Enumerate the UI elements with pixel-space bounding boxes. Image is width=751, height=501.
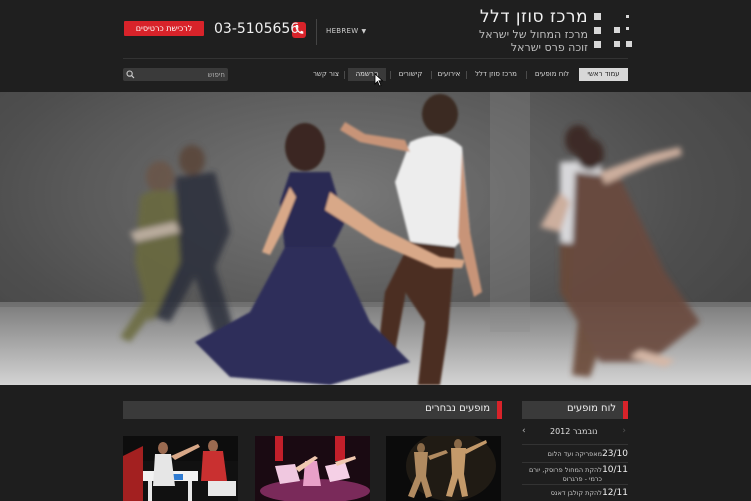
nav-item-events[interactable]: אירועים (434, 68, 464, 81)
section-accent-bar (623, 401, 628, 419)
nav-divider (344, 71, 345, 79)
language-selector[interactable]: HEBREW ▼ (326, 27, 366, 35)
current-month: נובמבר 2012 (550, 427, 598, 436)
logo-award: זוכה פרס ישראל (510, 41, 588, 54)
featured-section-header: מופעים נבחרים (123, 401, 502, 419)
divider (316, 19, 317, 45)
nav-divider (390, 71, 391, 79)
search-input[interactable] (137, 68, 225, 81)
chevron-left-icon[interactable]: ‹ (522, 426, 526, 436)
search-box[interactable] (123, 68, 228, 81)
dance-performance-photo (0, 92, 751, 385)
logo-subtitle: מרכז המחול של ישראל (478, 28, 588, 41)
nav-divider (466, 71, 467, 79)
nav-item-schedule[interactable]: לוח מופעים (530, 68, 574, 81)
featured-title: מופעים נבחרים (425, 403, 490, 414)
chevron-down-icon: ▼ (361, 28, 367, 35)
buy-tickets-button[interactable]: לרכישת כרטיסים (124, 21, 204, 36)
chevron-right-icon[interactable]: › (622, 426, 626, 436)
logo-squares-icon[interactable] (592, 13, 632, 53)
nav-item-links[interactable]: קישורים (393, 68, 428, 81)
event-item[interactable]: 12/11 להקת קולבן דאנס (522, 488, 628, 500)
list-divider (522, 484, 628, 485)
language-label: HEBREW (326, 27, 359, 35)
featured-thumbnail[interactable] (255, 436, 370, 501)
event-item[interactable]: 23/10 מאפריקה ועד הלום (522, 449, 628, 461)
month-navigation: ‹ נובמבר 2012 › (522, 426, 628, 439)
schedule-title: לוח מופעים (566, 403, 616, 414)
nav-item-home[interactable]: עמוד ראשי (579, 68, 628, 81)
hero-image[interactable] (0, 92, 751, 385)
nav-divider (431, 71, 432, 79)
event-item[interactable]: 10/11 להקת המחול פרוסק, יורם כרמי - פרגר… (522, 465, 628, 483)
featured-show-image (386, 436, 501, 501)
featured-show-image (123, 436, 238, 501)
nav-divider (526, 71, 527, 79)
event-date: 12/11 (602, 488, 628, 498)
event-date: 23/10 (602, 449, 628, 459)
search-icon[interactable] (126, 70, 135, 79)
list-divider (522, 462, 628, 463)
nav-item-contact[interactable]: צור קשר (311, 68, 341, 81)
featured-thumbnail[interactable] (123, 436, 238, 501)
event-name[interactable]: להקת קולבן דאנס (524, 489, 602, 498)
phone-number[interactable]: 03-5105656 (214, 21, 299, 37)
logo-title[interactable]: מרכז סוזן דלל (480, 7, 588, 27)
nav-item-center[interactable]: מרכז סוזן דלל (470, 68, 522, 81)
event-name[interactable]: להקת המחול פרוסק, יורם כרמי - פרגרוס (524, 466, 602, 484)
section-accent-bar (497, 401, 502, 419)
header-divider (123, 58, 628, 59)
featured-show-image (255, 436, 370, 501)
list-divider (522, 444, 628, 445)
event-date: 10/11 (602, 465, 628, 475)
schedule-section-header: לוח מופעים (522, 401, 628, 419)
featured-thumbnail[interactable] (386, 436, 501, 501)
mouse-cursor-icon (374, 73, 384, 87)
event-name[interactable]: מאפריקה ועד הלום (524, 450, 602, 459)
